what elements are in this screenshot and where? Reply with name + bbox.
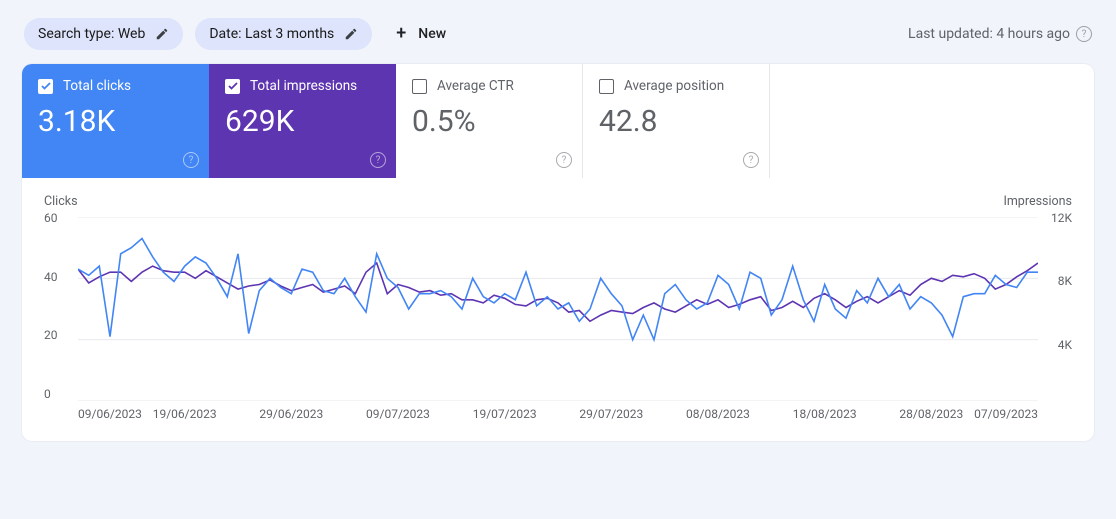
series-clicks [78,239,1038,340]
help-icon[interactable]: ? [370,152,386,168]
y-left-ticks: 6040200 [44,211,78,401]
card-label: Average CTR [437,78,514,94]
card-label: Total impressions [250,78,357,94]
help-icon[interactable]: ? [556,152,572,168]
filter-date-label: Date: Last 3 months [209,26,334,42]
help-icon[interactable]: ? [1076,26,1092,42]
series-impressions [78,263,1038,321]
card-total-impressions[interactable]: Total impressions 629K ? [209,64,396,178]
help-icon[interactable]: ? [743,152,759,168]
metric-cards: Total clicks 3.18K ? Total impressions 6… [22,64,1094,178]
y-right-title: Impressions [1003,194,1072,209]
card-label: Total clicks [63,78,131,94]
y-left-title: Clicks [44,194,78,209]
x-ticks: 09/06/202319/06/202329/06/202309/07/2023… [78,407,1038,431]
checkbox-checked-icon [225,79,240,94]
card-label: Average position [624,78,724,94]
filter-search-type[interactable]: Search type: Web [24,18,183,50]
filter-date-range[interactable]: Date: Last 3 months [195,18,372,50]
card-value: 42.8 [599,104,753,139]
add-filter-button[interactable]: + New [384,18,458,50]
card-value: 629K [225,104,380,139]
card-total-clicks[interactable]: Total clicks 3.18K ? [22,64,209,178]
card-average-ctr[interactable]: Average CTR 0.5% ? [396,64,583,178]
line-chart [78,217,1038,401]
card-average-position[interactable]: Average position 42.8 ? [583,64,770,178]
plus-icon: + [396,27,406,41]
y-right-ticks: 12K8K4K [1038,211,1072,401]
last-updated: Last updated: 4 hours ago ? [908,26,1092,42]
performance-panel: Total clicks 3.18K ? Total impressions 6… [22,64,1094,441]
pencil-icon [155,27,169,41]
pencil-icon [344,27,358,41]
card-value: 3.18K [38,104,193,139]
filter-search-type-label: Search type: Web [38,26,145,42]
chart-area: Clicks Impressions 6040200 12K8K4K 09/06… [22,178,1094,441]
help-icon[interactable]: ? [183,152,199,168]
checkbox-unchecked-icon [412,79,427,94]
card-value: 0.5% [412,104,566,139]
last-updated-text: Last updated: 4 hours ago [908,26,1070,42]
add-filter-label: New [418,26,446,42]
checkbox-checked-icon [38,79,53,94]
checkbox-unchecked-icon [599,79,614,94]
